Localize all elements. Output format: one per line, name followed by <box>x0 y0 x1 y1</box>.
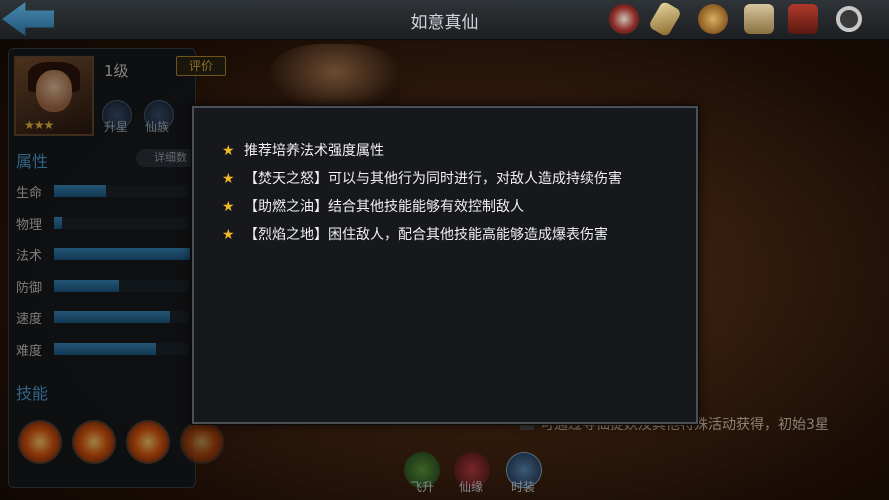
star-icon: ★ <box>222 143 235 159</box>
tips-list: ★ 推荐培养法术强度属性 ★ 【焚天之怒】可以与其他行为同时进行，对敌人造成持续… <box>222 140 672 252</box>
tip-text: 【烈焰之地】困住敌人，配合其他技能高能够造成爆表伤害 <box>244 227 608 243</box>
tips-popup: ★ 推荐培养法术强度属性 ★ 【焚天之怒】可以与其他行为同时进行，对敌人造成持续… <box>192 106 698 424</box>
book-icon[interactable] <box>788 4 818 34</box>
tip-item: ★ 【焚天之怒】可以与其他行为同时进行，对敌人造成持续伤害 <box>222 168 672 190</box>
tip-item: ★ 推荐培养法术强度属性 <box>222 140 672 162</box>
search-icon[interactable] <box>836 6 862 32</box>
star-icon: ★ <box>222 199 235 215</box>
map-icon[interactable] <box>744 4 774 34</box>
star-icon: ★ <box>222 171 235 187</box>
tip-item: ★ 【助燃之油】结合其他技能能够有效控制敌人 <box>222 196 672 218</box>
top-bar: 如意真仙 <box>0 0 889 40</box>
star-icon: ★ <box>222 227 235 243</box>
tip-text: 【助燃之油】结合其他技能能够有效控制敌人 <box>244 199 524 215</box>
tip-text: 推荐培养法术强度属性 <box>244 143 384 159</box>
coin-icon[interactable] <box>698 4 728 34</box>
seal-icon[interactable] <box>609 4 639 34</box>
tip-item: ★ 【烈焰之地】困住敌人，配合其他技能高能够造成爆表伤害 <box>222 224 672 246</box>
tip-text: 【焚天之怒】可以与其他行为同时进行，对敌人造成持续伤害 <box>244 171 622 187</box>
